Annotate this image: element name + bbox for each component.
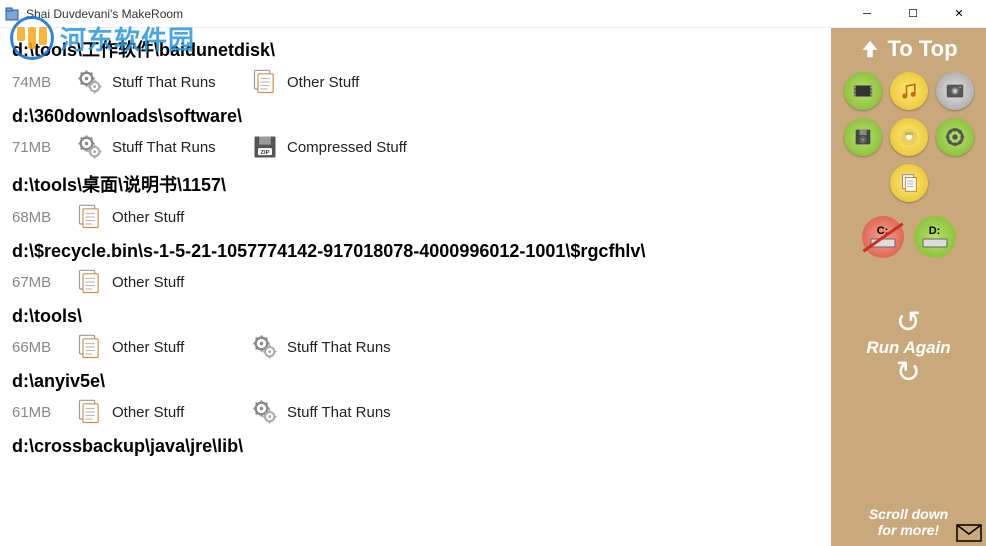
app-icon <box>4 6 20 22</box>
filter-settings-button[interactable] <box>936 118 974 156</box>
category-stuff-that-runs[interactable]: Stuff That Runs <box>76 133 241 161</box>
category-label: Other Stuff <box>112 209 184 226</box>
category-label: Stuff That Runs <box>112 139 216 156</box>
category-other-stuff[interactable]: Other Stuff <box>251 68 416 96</box>
gear-icon <box>251 333 279 361</box>
entry-path[interactable]: d:\tools\ <box>12 306 819 327</box>
category-label: Stuff That Runs <box>287 404 391 421</box>
maximize-button[interactable]: ☐ <box>890 0 936 28</box>
entry-details: 66MB Other Stuff Stuff That Runs <box>12 333 819 361</box>
docs-icon <box>251 68 279 96</box>
category-label: Other Stuff <box>112 339 184 356</box>
entry: d:\360downloads\software\ 71MB Stuff That … <box>12 106 819 161</box>
category-label: Stuff That Runs <box>112 74 216 91</box>
entry: d:\anyiv5e\ 61MB Other Stuff Stuff That Run… <box>12 371 819 426</box>
mail-icon[interactable] <box>956 524 982 542</box>
category-label: Other Stuff <box>112 274 184 291</box>
entry-path[interactable]: d:\360downloads\software\ <box>12 106 819 127</box>
entry-details: 61MB Other Stuff Stuff That Runs <box>12 398 819 426</box>
category-label: Other Stuff <box>112 404 184 421</box>
gear-icon <box>251 398 279 426</box>
svg-text:ZIP: ZIP <box>260 150 269 156</box>
category-label: Stuff That Runs <box>287 339 391 356</box>
entry-path[interactable]: d:\$recycle.bin\s-1-5-21-1057774142-9170… <box>12 241 819 262</box>
category-stuff-that-runs[interactable]: Stuff That Runs <box>76 68 241 96</box>
entry-details: 71MB Stuff That Runs ZIP Compressed Stuff <box>12 133 819 161</box>
entry-size: 74MB <box>12 74 66 91</box>
drive-c-button[interactable]: C: <box>862 216 904 258</box>
drive-row: C: D: <box>862 216 956 258</box>
drive-d-button[interactable]: D: <box>914 216 956 258</box>
entry: d:\tools\桌面\说明书\1157\ 68MB Other Stuff <box>12 171 819 231</box>
category-other-stuff[interactable]: Other Stuff <box>76 268 241 296</box>
docs-icon <box>76 398 104 426</box>
category-other-stuff[interactable]: Other Stuff <box>76 203 241 231</box>
docs-icon <box>76 203 104 231</box>
entry: d:\crossbackup\java\jre\lib\ <box>12 436 819 457</box>
entry: d:\tools\工作软件\baidunetdisk\ 74MB Stuff Tha… <box>12 36 819 96</box>
entry: d:\$recycle.bin\s-1-5-21-1057774142-9170… <box>12 241 819 296</box>
entry-details: 67MB Other Stuff <box>12 268 819 296</box>
run-again-button[interactable]: ↺ Run Again ↺ <box>866 308 950 388</box>
category-compressed-stuff[interactable]: ZIP Compressed Stuff <box>251 133 416 161</box>
entry-path[interactable]: d:\tools\桌面\说明书\1157\ <box>12 171 819 197</box>
entry-size: 71MB <box>12 139 66 156</box>
filter-video-button[interactable] <box>844 72 882 110</box>
docs-icon <box>76 268 104 296</box>
gear-icon <box>76 68 104 96</box>
close-button[interactable]: ✕ <box>936 0 982 28</box>
entry-size: 61MB <box>12 404 66 421</box>
window-title: Shai Duvdevani's MakeRoom <box>26 7 844 21</box>
category-other-stuff[interactable]: Other Stuff <box>76 333 241 361</box>
titlebar: Shai Duvdevani's MakeRoom ─ ☐ ✕ <box>0 0 986 28</box>
entry-details: 68MB Other Stuff <box>12 203 819 231</box>
entry-size: 67MB <box>12 274 66 291</box>
results-list: d:\tools\工作软件\baidunetdisk\ 74MB Stuff Tha… <box>0 28 831 546</box>
filter-documents-button[interactable] <box>890 164 928 202</box>
refresh-arrow-bottom-icon: ↺ <box>866 358 950 388</box>
entry-size: 68MB <box>12 209 66 226</box>
minimize-button[interactable]: ─ <box>844 0 890 28</box>
docs-icon <box>76 333 104 361</box>
window-controls: ─ ☐ ✕ <box>844 0 982 28</box>
category-stuff-that-runs[interactable]: Stuff That Runs <box>251 333 416 361</box>
entry-details: 74MB Stuff That Runs Other Stuff <box>12 68 819 96</box>
category-label: Other Stuff <box>287 74 359 91</box>
arrow-up-icon <box>859 38 881 60</box>
svg-text:DVD: DVD <box>905 132 913 136</box>
filter-music-button[interactable] <box>890 72 928 110</box>
filter-disk-button[interactable] <box>844 118 882 156</box>
entry-path[interactable]: d:\crossbackup\java\jre\lib\ <box>12 436 819 457</box>
zip-icon: ZIP <box>251 133 279 161</box>
filter-images-button[interactable] <box>936 72 974 110</box>
refresh-arrow-top-icon: ↺ <box>866 308 950 338</box>
entry-path[interactable]: d:\anyiv5e\ <box>12 371 819 392</box>
category-label: Compressed Stuff <box>287 139 407 156</box>
to-top-button[interactable]: To Top <box>859 36 957 62</box>
entry: d:\tools\ 66MB Other Stuff Stuff That Runs <box>12 306 819 361</box>
category-stuff-that-runs[interactable]: Stuff That Runs <box>251 398 416 426</box>
category-other-stuff[interactable]: Other Stuff <box>76 398 241 426</box>
filter-dvd-button[interactable]: DVD <box>890 118 928 156</box>
gear-icon <box>76 133 104 161</box>
entry-path[interactable]: d:\tools\工作软件\baidunetdisk\ <box>12 36 819 62</box>
sidebar: To Top DVD <box>831 28 986 546</box>
entry-size: 66MB <box>12 339 66 356</box>
filter-grid: DVD <box>837 72 980 202</box>
